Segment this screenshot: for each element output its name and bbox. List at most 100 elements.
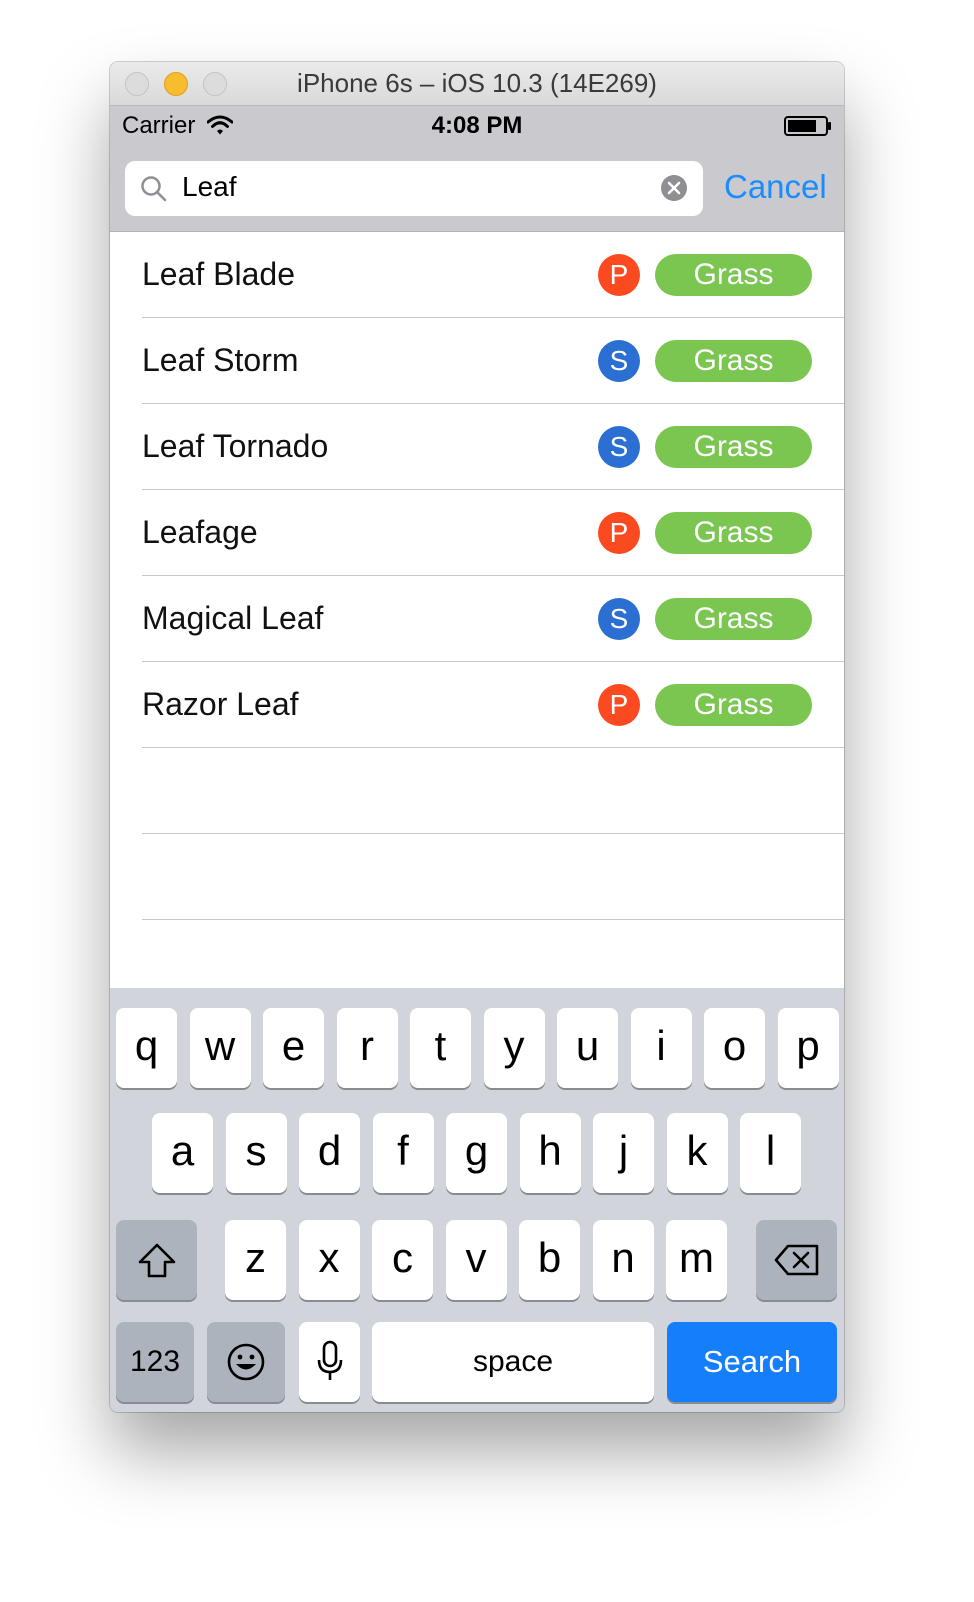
key-f-label: f xyxy=(397,1127,409,1174)
empty-row xyxy=(110,834,844,920)
key-x[interactable]: x xyxy=(298,1220,360,1300)
shift-icon xyxy=(116,1220,197,1280)
key-b-label: b xyxy=(537,1234,562,1281)
key-t[interactable]: t xyxy=(410,1008,471,1088)
search-icon xyxy=(141,176,167,202)
battery-icon xyxy=(784,116,831,136)
key-k[interactable]: k xyxy=(666,1113,728,1193)
move-name: Razor Leaf xyxy=(142,686,299,722)
table-row[interactable]: Leafage P Grass xyxy=(110,490,844,576)
key-s[interactable]: s xyxy=(225,1113,287,1193)
type-pill: Grass xyxy=(655,598,812,640)
key-n-label: n xyxy=(611,1234,635,1281)
key-j-label: j xyxy=(618,1127,629,1174)
type-pill: Grass xyxy=(655,684,812,726)
emoji-icon xyxy=(207,1322,285,1382)
key-z-label: z xyxy=(245,1234,266,1281)
key-m[interactable]: m xyxy=(666,1220,727,1300)
emoji-key[interactable] xyxy=(207,1322,285,1402)
search-return-key-label: Search xyxy=(702,1344,802,1379)
key-d[interactable]: d xyxy=(299,1113,360,1193)
key-x-label: x xyxy=(318,1234,340,1281)
key-w[interactable]: w xyxy=(189,1008,251,1088)
table-row[interactable]: Leaf Blade P Grass xyxy=(110,232,844,318)
category-badge: P xyxy=(598,512,640,554)
table-row[interactable]: Leaf Tornado S Grass xyxy=(110,404,844,490)
key-q-label: q xyxy=(134,1022,159,1069)
key-l[interactable]: l xyxy=(740,1113,801,1193)
key-a[interactable]: a xyxy=(152,1113,213,1193)
type-pill: Grass xyxy=(655,254,812,296)
key-r[interactable]: r xyxy=(336,1008,398,1088)
table-row[interactable]: Leaf Storm S Grass xyxy=(110,318,844,404)
space-key[interactable]: space xyxy=(372,1322,654,1402)
search-return-key[interactable]: Search xyxy=(667,1322,837,1402)
key-v-label: v xyxy=(465,1234,487,1281)
search-input[interactable]: Leaf xyxy=(182,171,237,203)
key-e-label: e xyxy=(281,1022,306,1069)
clear-icon[interactable] xyxy=(660,174,688,202)
key-m-label: m xyxy=(679,1234,714,1281)
search-field[interactable]: Leaf xyxy=(125,161,703,216)
category-badge: P xyxy=(598,254,640,296)
title-bar: iPhone 6s – iOS 10.3 (14E269) xyxy=(110,62,844,106)
results-table: Leaf Blade P Grass Leaf Storm S Grass Leaf Tor… xyxy=(110,232,844,920)
simulator-window: iPhone 6s – iOS 10.3 (14E269) Carrier 4:… xyxy=(110,62,844,1412)
shift-key[interactable] xyxy=(116,1220,197,1300)
key-i[interactable]: i xyxy=(630,1008,692,1088)
key-y-label: y xyxy=(503,1022,525,1069)
space-key-label: space xyxy=(472,1345,554,1378)
key-v[interactable]: v xyxy=(445,1220,507,1300)
category-badge: S xyxy=(598,340,640,382)
key-b[interactable]: b xyxy=(519,1220,580,1300)
key-u[interactable]: u xyxy=(557,1008,618,1088)
type-pill: Grass xyxy=(655,512,812,554)
key-p[interactable]: p xyxy=(777,1008,839,1088)
status-time: 4:08 PM xyxy=(431,112,523,139)
window-title: iPhone 6s – iOS 10.3 (14E269) xyxy=(297,68,657,98)
key-c[interactable]: c xyxy=(372,1220,433,1300)
category-badge: P xyxy=(598,684,640,726)
key-c-label: c xyxy=(392,1234,413,1281)
table-row[interactable]: Magical Leaf S Grass xyxy=(110,576,844,662)
key-y[interactable]: y xyxy=(483,1008,545,1088)
key-q[interactable]: q xyxy=(116,1008,177,1088)
key-g-label: g xyxy=(464,1127,489,1174)
dictation-key[interactable] xyxy=(299,1322,360,1402)
key-l-label: l xyxy=(765,1127,776,1174)
navigation-area: Carrier 4:08 PM Leaf Cancel xyxy=(110,106,844,232)
key-g[interactable]: g xyxy=(446,1113,507,1193)
keyboard: q w e r t y u i o p a s d f g h j k l z x c v b n m 123 space Search xyxy=(110,988,844,1412)
delete-key[interactable] xyxy=(756,1220,837,1300)
move-name: Leaf Storm xyxy=(142,342,299,378)
move-name: Leafage xyxy=(142,514,258,550)
move-name: Magical Leaf xyxy=(142,600,324,636)
key-i-label: i xyxy=(656,1022,666,1069)
numbers-key[interactable]: 123 xyxy=(116,1322,194,1402)
key-u-label: u xyxy=(575,1022,600,1069)
type-pill: Grass xyxy=(655,426,812,468)
key-k-label: k xyxy=(686,1127,708,1174)
key-j[interactable]: j xyxy=(593,1113,654,1193)
key-e[interactable]: e xyxy=(263,1008,324,1088)
key-o[interactable]: o xyxy=(704,1008,765,1088)
key-h[interactable]: h xyxy=(519,1113,581,1193)
numbers-key-label: 123 xyxy=(129,1345,181,1378)
cancel-button[interactable]: Cancel xyxy=(724,168,827,206)
key-w-label: w xyxy=(204,1022,236,1069)
move-name: Leaf Blade xyxy=(142,256,296,292)
key-t-label: t xyxy=(434,1022,447,1069)
category-badge: S xyxy=(598,598,640,640)
key-p-label: p xyxy=(796,1022,820,1069)
empty-row xyxy=(110,748,844,834)
move-name: Leaf Tornado xyxy=(142,428,329,464)
key-f[interactable]: f xyxy=(372,1113,434,1193)
key-s-label: s xyxy=(245,1127,267,1174)
microphone-icon xyxy=(299,1322,360,1382)
key-r-label: r xyxy=(360,1022,374,1069)
key-n[interactable]: n xyxy=(592,1220,654,1300)
key-d-label: d xyxy=(317,1127,342,1174)
key-z[interactable]: z xyxy=(225,1220,286,1300)
type-pill: Grass xyxy=(655,340,812,382)
table-row[interactable]: Razor Leaf P Grass xyxy=(110,662,844,748)
